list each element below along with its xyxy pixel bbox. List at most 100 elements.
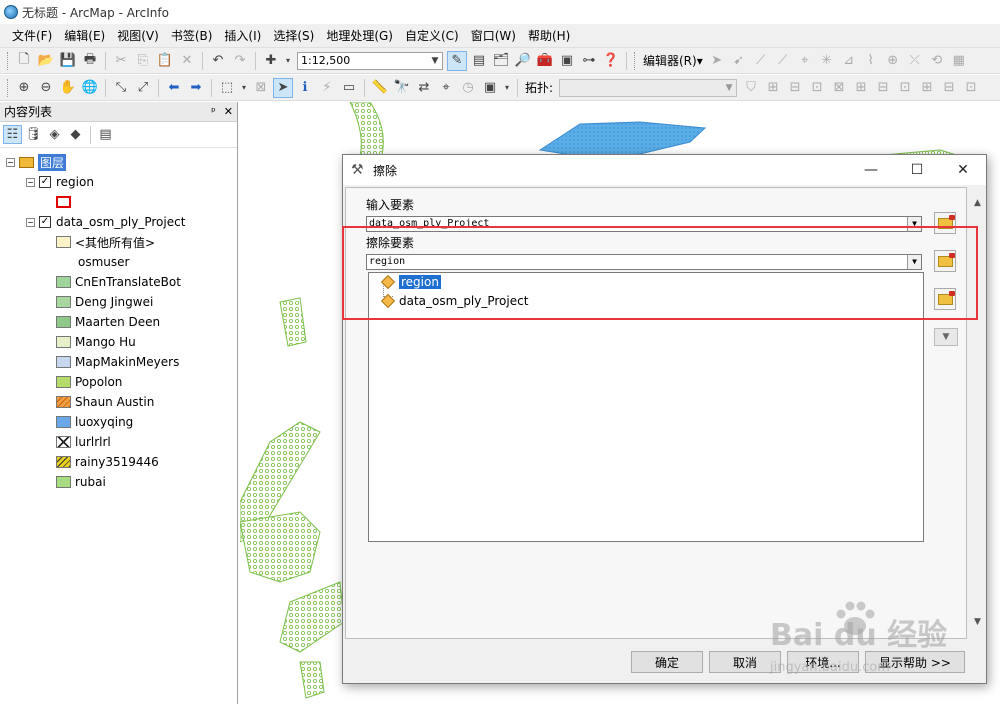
legend-item[interactable]: MapMakinMeyers [56,353,179,371]
topology-edit-icon[interactable]: ⛉ [741,78,761,98]
endpoint-arc-icon[interactable]: ⟋ [773,51,793,71]
topology-generalize-icon[interactable]: ⊞ [851,78,871,98]
topology-combo[interactable]: ▼ [559,78,738,97]
menu-selection[interactable]: 选择(S) [267,27,320,44]
chevron-down-icon[interactable]: ▼ [934,328,958,346]
find-icon[interactable]: 🔭 [392,78,412,98]
layer-name[interactable]: region [56,175,94,189]
clear-selection-icon[interactable]: ⊠ [251,78,271,98]
toolbar-grip[interactable] [634,51,637,70]
collapse-icon[interactable]: − [26,177,35,187]
arctoolbox-icon[interactable]: 🧰 [535,51,555,71]
legend-item[interactable]: <其他所有值> [56,233,155,251]
menu-insert[interactable]: 插入(I) [218,27,267,44]
undo-icon[interactable]: ↶ [208,51,228,71]
html-popup-icon[interactable]: ▭ [339,78,359,98]
straight-segment-icon[interactable]: ⟋ [751,51,771,71]
modelbuilder-icon[interactable]: ⊶ [579,51,599,71]
trace-icon[interactable]: ⌖ [795,51,815,71]
paste-icon[interactable]: 📋 [155,51,175,71]
edit-tool-icon[interactable]: ➤ [707,51,727,71]
zoom-out-icon[interactable]: ⊖ [36,78,56,98]
tree-node-osm[interactable]: − ✓ data_osm_ply_Project [26,213,185,231]
add-data-dropdown-icon[interactable]: ▾ [283,51,293,71]
visibility-checkbox[interactable]: ✓ [39,216,51,228]
catalog-window-icon[interactable]: 🗂 [491,51,511,71]
list-by-drawing-order-icon[interactable]: ☷ [3,125,22,144]
attributes-icon[interactable]: ▦ [949,51,969,71]
menu-bookmarks[interactable]: 书签(B) [165,27,219,44]
tree-node-region[interactable]: − ✓ region [26,173,94,191]
open-folder-icon[interactable]: 📂 [36,51,56,71]
editor-menu[interactable]: 编辑器(R)▾ [640,52,706,69]
legend-item[interactable]: rubai [56,473,106,491]
hyperlink-icon[interactable]: ⚡ [317,78,337,98]
save-icon[interactable]: 💾 [58,51,78,71]
list-by-source-icon[interactable]: 🛢 [24,125,43,144]
menu-view[interactable]: 视图(V) [111,27,165,44]
close-icon[interactable]: ✕ [940,155,986,185]
python-window-icon[interactable]: ▣ [557,51,577,71]
editor-toolbar-icon[interactable]: ✎ [447,50,467,71]
topology-share-icon[interactable]: ⊟ [785,78,805,98]
legend-item[interactable]: CnEnTranslateBot [56,273,181,291]
print-icon[interactable]: 🖶 [80,51,100,71]
legend-item[interactable]: rainy3519446 [56,453,159,471]
topology-map-icon[interactable]: ⊞ [763,78,783,98]
viewer-dropdown-icon[interactable]: ▾ [502,78,512,98]
full-extent-icon[interactable]: 🌐 [80,78,100,98]
split-icon[interactable]: ⤫ [905,51,925,71]
list-by-selection-icon[interactable]: ◆ [66,125,85,144]
menu-help[interactable]: 帮助(H) [522,27,576,44]
minimize-icon[interactable]: — [848,155,894,185]
create-viewer-icon[interactable]: ▣ [480,78,500,98]
menu-windows[interactable]: 窗口(W) [465,27,522,44]
cut-icon[interactable]: ✂ [111,51,131,71]
close-icon[interactable]: ✕ [224,105,233,118]
point-icon[interactable]: ✳ [817,51,837,71]
ok-button[interactable]: 确定 [631,651,703,673]
select-features-icon[interactable]: ⬚ [217,78,237,98]
select-elements-icon[interactable]: ➤ [273,77,293,98]
table-of-contents-icon[interactable]: ▤ [469,51,489,71]
legend-item[interactable]: lurlrlrl [56,433,111,451]
legend-item[interactable]: Shaun Austin [56,393,154,411]
legend-item[interactable]: Popolon [56,373,122,391]
fixed-zoom-out-icon[interactable]: ⤢ [133,78,153,98]
map-scale-combo[interactable]: 1:12,500 ▼ [297,51,443,70]
whats-this-icon[interactable]: ❓ [601,51,621,71]
topology-reshape-icon[interactable]: ⊡ [807,78,827,98]
topology-extra-icon[interactable]: ⊡ [961,78,981,98]
edit-annotation-icon[interactable]: ➹ [729,51,749,71]
edit-vertices-icon[interactable]: ⊿ [839,51,859,71]
back-extent-icon[interactable]: ⬅ [164,78,184,98]
redo-icon[interactable]: ↷ [230,51,250,71]
menu-edit[interactable]: 编辑(E) [58,27,111,44]
copy-icon[interactable]: ⎘ [133,51,153,71]
measure-icon[interactable]: 📏 [370,78,390,98]
new-document-icon[interactable]: 🗋 [14,51,34,71]
pan-icon[interactable]: ✋ [58,78,78,98]
legend-item[interactable]: Maarten Deen [56,313,160,331]
fix-error-icon[interactable]: ⊟ [939,78,959,98]
delete-icon[interactable]: ✕ [177,51,197,71]
zoom-in-icon[interactable]: ⊕ [14,78,34,98]
add-data-icon[interactable]: ✚ [261,51,281,71]
forward-extent-icon[interactable]: ➡ [186,78,206,98]
topology-construct-icon[interactable]: ⊟ [873,78,893,98]
toc-options-icon[interactable]: ▤ [96,125,115,144]
cut-polygons-icon[interactable]: ⊕ [883,51,903,71]
menu-file[interactable]: 文件(F) [6,27,58,44]
go-to-xy-icon[interactable]: ⌖ [436,78,456,98]
find-route-icon[interactable]: ⇄ [414,78,434,98]
scroll-up-icon[interactable]: ▲ [969,195,986,212]
reshape-icon[interactable]: ⌇ [861,51,881,71]
toolbar-grip[interactable] [7,78,10,97]
tree-node-layers[interactable]: − 图层 [6,153,67,171]
legend-item[interactable]: luoxyqing [56,413,133,431]
maximize-icon[interactable]: ☐ [894,155,940,185]
chevron-down-icon[interactable]: ▼ [722,83,736,93]
menu-customize[interactable]: 自定义(C) [399,27,465,44]
legend-item[interactable]: Mango Hu [56,333,136,351]
pin-icon[interactable]: ᵖ [211,105,216,118]
